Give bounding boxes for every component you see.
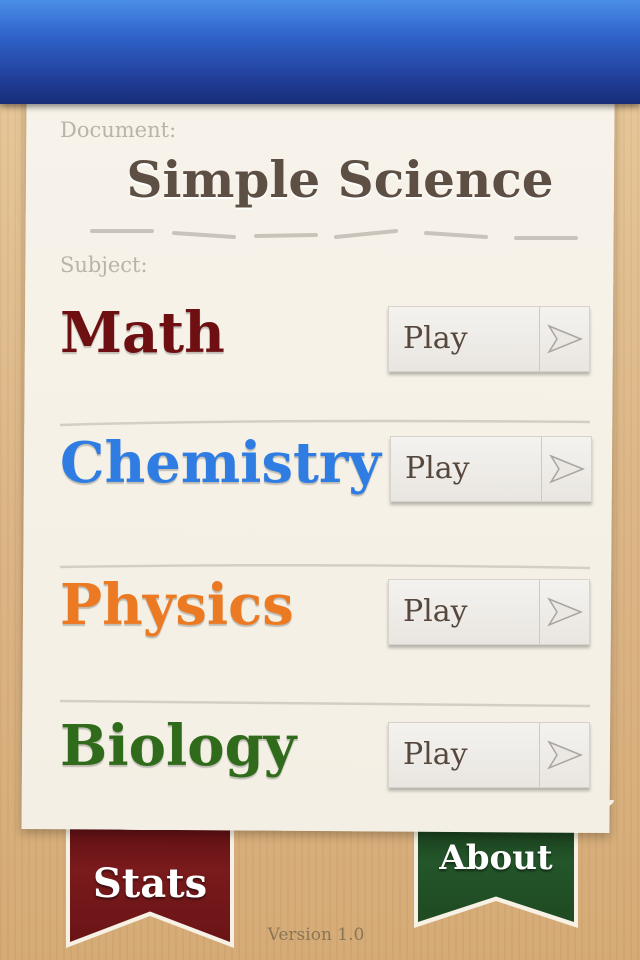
title-underline [90,229,578,240]
play-physics-label: Play [403,594,468,629]
play-button-divider [539,723,540,787]
play-arrow-icon [547,324,583,354]
play-button-divider [539,307,540,371]
play-chemistry-label: Play [405,451,470,486]
version-label: Version 1.0 [267,925,365,945]
subject-name-physics: Physics [60,572,294,638]
play-biology-button[interactable]: Play [388,722,590,788]
subject-name-biology: Biology [60,713,297,779]
row-separator [60,419,590,427]
play-math-button[interactable]: Play [388,306,590,372]
document-title: Simple Science [126,150,554,209]
play-physics-button[interactable]: Play [388,579,590,645]
about-ribbon-label: About [439,838,553,878]
play-biology-label: Play [403,737,468,772]
stats-ribbon-label: Stats [92,860,208,907]
top-bar [0,0,640,104]
subject-name-math: Math [60,300,225,366]
row-separator [60,699,590,708]
play-button-divider [539,580,540,644]
play-arrow-icon [549,454,585,484]
play-math-label: Play [403,321,468,356]
row-separator [60,563,590,570]
subject-label: Subject: [60,253,148,277]
play-arrow-icon [547,740,583,770]
play-button-divider [541,437,542,501]
document-label: Document: [60,118,177,142]
about-ribbon-button[interactable]: About [414,820,578,928]
play-chemistry-button[interactable]: Play [390,436,592,502]
subject-name-chemistry: Chemistry [60,430,381,496]
play-arrow-icon [547,597,583,627]
